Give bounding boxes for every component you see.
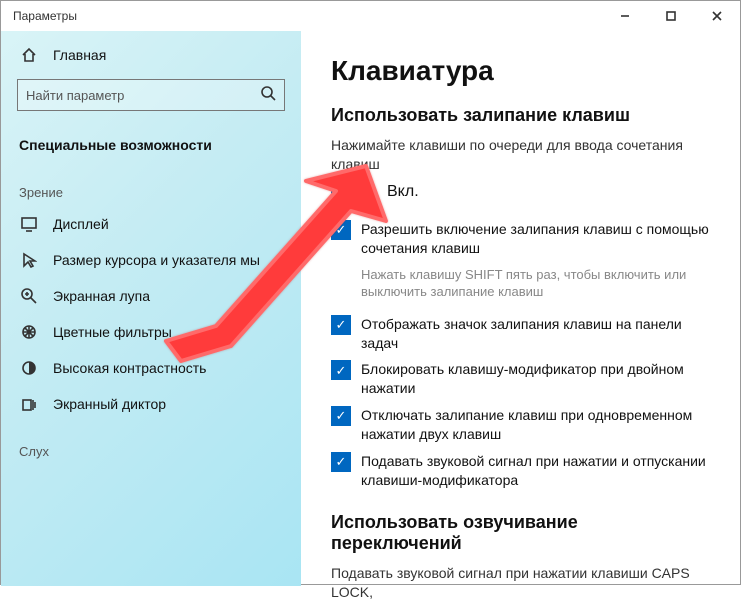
content-pane: Клавиатура Использовать залипание клавиш… bbox=[301, 31, 740, 586]
checkbox-icon: ✓ bbox=[331, 360, 351, 380]
sidebar-item-label: Дисплей bbox=[53, 216, 109, 232]
check-shortcut[interactable]: ✓ Разрешить включение залипания клавиш с… bbox=[331, 220, 710, 258]
display-icon bbox=[19, 214, 39, 234]
sidebar-item-label: Размер курсора и указателя мы bbox=[53, 252, 260, 268]
toggle-keys-description: Подавать звуковой сигнал при нажатии кла… bbox=[331, 564, 710, 602]
maximize-button[interactable] bbox=[648, 1, 694, 31]
cursor-icon bbox=[19, 250, 39, 270]
sticky-description: Нажимайте клавиши по очереди для ввода с… bbox=[331, 136, 710, 174]
sidebar-item-magnifier[interactable]: Экранная лупа bbox=[1, 278, 301, 314]
window-controls bbox=[602, 1, 740, 31]
group-vision: Зрение bbox=[1, 163, 301, 206]
section-header: Специальные возможности bbox=[1, 123, 301, 163]
search-box[interactable] bbox=[17, 79, 285, 111]
sidebar-item-display[interactable]: Дисплей bbox=[1, 206, 301, 242]
home-nav[interactable]: Главная bbox=[1, 37, 301, 73]
check-label: Подавать звуковой сигнал при нажатии и о… bbox=[361, 452, 710, 490]
sidebar-item-label: Цветные фильтры bbox=[53, 324, 172, 340]
home-icon bbox=[19, 45, 39, 65]
check-label: Разрешить включение залипания клавиш с п… bbox=[361, 220, 710, 258]
sidebar-item-cursor[interactable]: Размер курсора и указателя мы bbox=[1, 242, 301, 278]
hint-shift: Нажать клавишу SHIFT пять раз, чтобы вкл… bbox=[361, 266, 710, 301]
checkbox-icon: ✓ bbox=[331, 452, 351, 472]
sidebar-item-contrast[interactable]: Высокая контрастность bbox=[1, 350, 301, 386]
filter-icon bbox=[19, 322, 39, 342]
check-label: Отключать залипание клавиш при одновреме… bbox=[361, 406, 710, 444]
check-sound[interactable]: ✓ Подавать звуковой сигнал при нажатии и… bbox=[331, 452, 710, 490]
sidebar: Главная Специальные возможности Зрение Д… bbox=[1, 31, 301, 586]
search-input[interactable] bbox=[26, 88, 260, 103]
group-hearing: Слух bbox=[1, 422, 301, 465]
contrast-icon bbox=[19, 358, 39, 378]
search-icon bbox=[260, 85, 276, 106]
checkbox-icon: ✓ bbox=[331, 315, 351, 335]
sidebar-item-label: Экранный диктор bbox=[53, 396, 166, 412]
sidebar-item-narrator[interactable]: Экранный диктор bbox=[1, 386, 301, 422]
sidebar-item-color[interactable]: Цветные фильтры bbox=[1, 314, 301, 350]
section-toggle-keys: Использовать озвучивание переключений bbox=[331, 512, 710, 554]
sticky-toggle-row: Вкл. bbox=[331, 182, 710, 202]
minimize-button[interactable] bbox=[602, 1, 648, 31]
check-lock[interactable]: ✓ Блокировать клавишу-модификатор при дв… bbox=[331, 360, 710, 398]
check-label: Блокировать клавишу-модификатор при двой… bbox=[361, 360, 710, 398]
check-label: Отображать значок залипания клавиш на па… bbox=[361, 315, 710, 353]
check-taskbar[interactable]: ✓ Отображать значок залипания клавиш на … bbox=[331, 315, 710, 353]
close-button[interactable] bbox=[694, 1, 740, 31]
titlebar: Параметры bbox=[1, 1, 740, 31]
page-title: Клавиатура bbox=[331, 55, 710, 87]
check-disable[interactable]: ✓ Отключать залипание клавиш при одновре… bbox=[331, 406, 710, 444]
home-label: Главная bbox=[53, 47, 106, 63]
checkbox-icon: ✓ bbox=[331, 406, 351, 426]
narrator-icon bbox=[19, 394, 39, 414]
section-sticky: Использовать залипание клавиш bbox=[331, 105, 710, 126]
magnifier-icon bbox=[19, 286, 39, 306]
toggle-label: Вкл. bbox=[387, 183, 419, 201]
window-title: Параметры bbox=[13, 9, 77, 23]
sidebar-item-label: Высокая контрастность bbox=[53, 360, 206, 376]
checkbox-icon: ✓ bbox=[331, 220, 351, 240]
sidebar-item-label: Экранная лупа bbox=[53, 288, 150, 304]
sticky-toggle[interactable] bbox=[331, 182, 375, 202]
